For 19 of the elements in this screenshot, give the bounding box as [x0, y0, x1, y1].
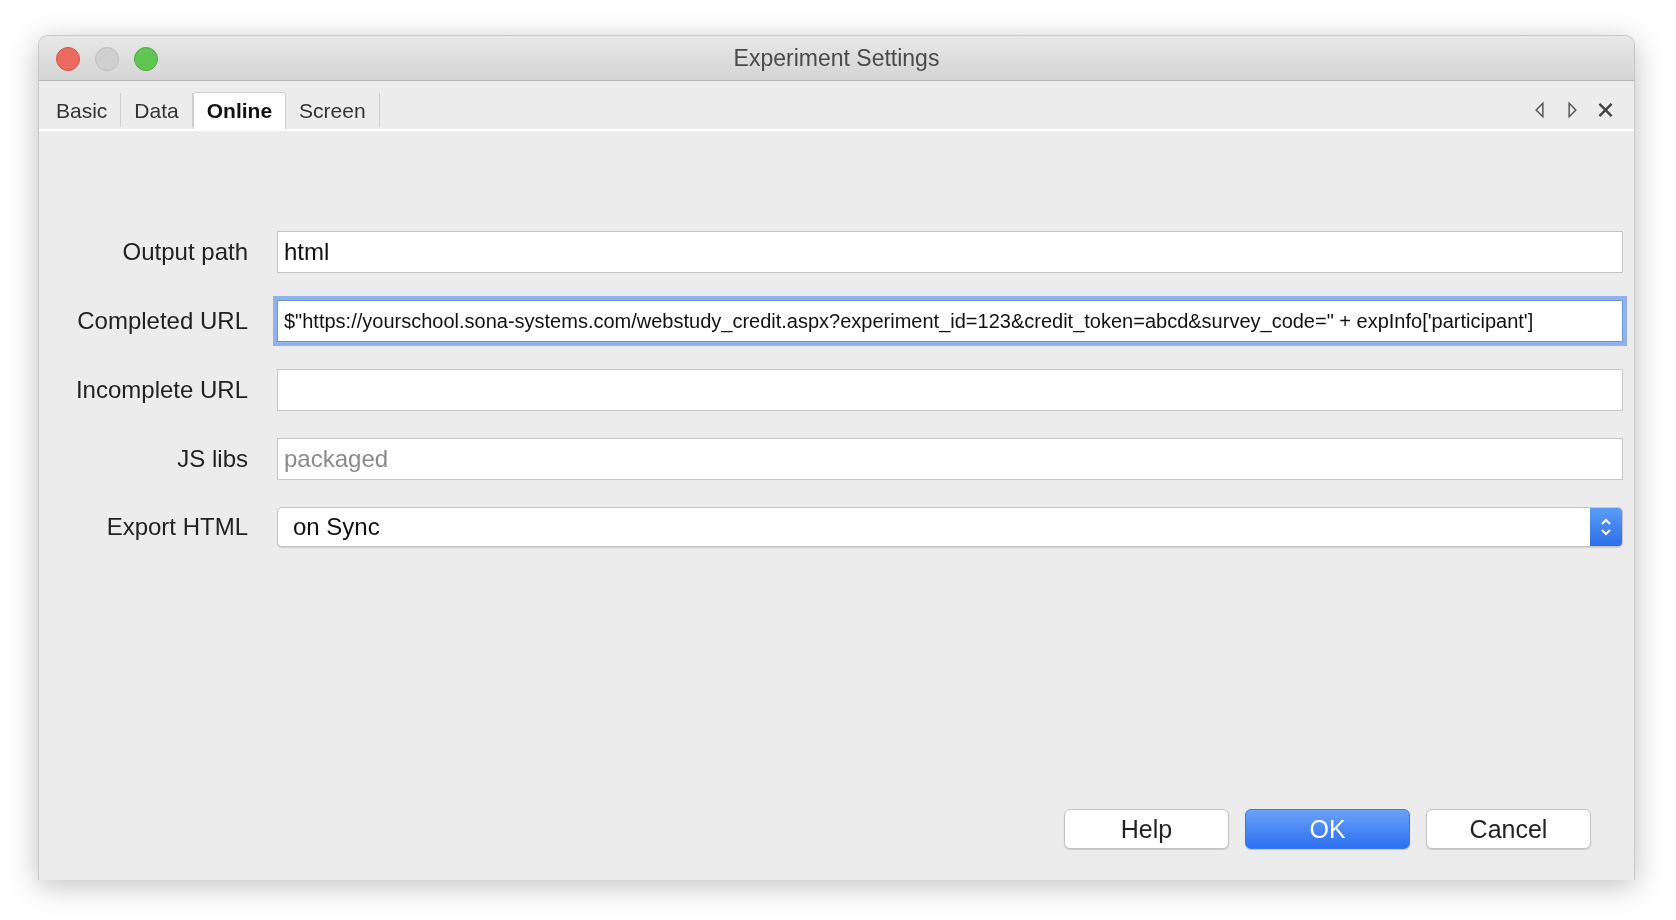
dropdown[interactable]: on Sync [277, 507, 1623, 547]
input-field[interactable] [277, 369, 1623, 411]
field-label: Incomplete URL [74, 376, 248, 404]
field-label: Completed URL [76, 307, 248, 335]
zoom-button[interactable] [134, 47, 158, 71]
tab[interactable]: Basic [43, 93, 122, 127]
close-button[interactable] [56, 47, 80, 71]
window-title: Experiment Settings [733, 44, 940, 72]
input-field[interactable]: html [277, 231, 1623, 273]
close-icon[interactable] [1597, 101, 1614, 119]
tab[interactable]: Screen [286, 93, 380, 127]
updown-chevron-icon [1590, 508, 1622, 546]
field-label: Export HTML [105, 513, 248, 541]
dialog-button[interactable]: Cancel [1426, 809, 1591, 849]
field-label: JS libs [176, 445, 248, 473]
dialog-button[interactable]: Help [1064, 809, 1229, 849]
field-label: Output path [121, 238, 248, 266]
tab[interactable]: Data [121, 93, 193, 127]
tab[interactable]: Online [192, 92, 287, 129]
